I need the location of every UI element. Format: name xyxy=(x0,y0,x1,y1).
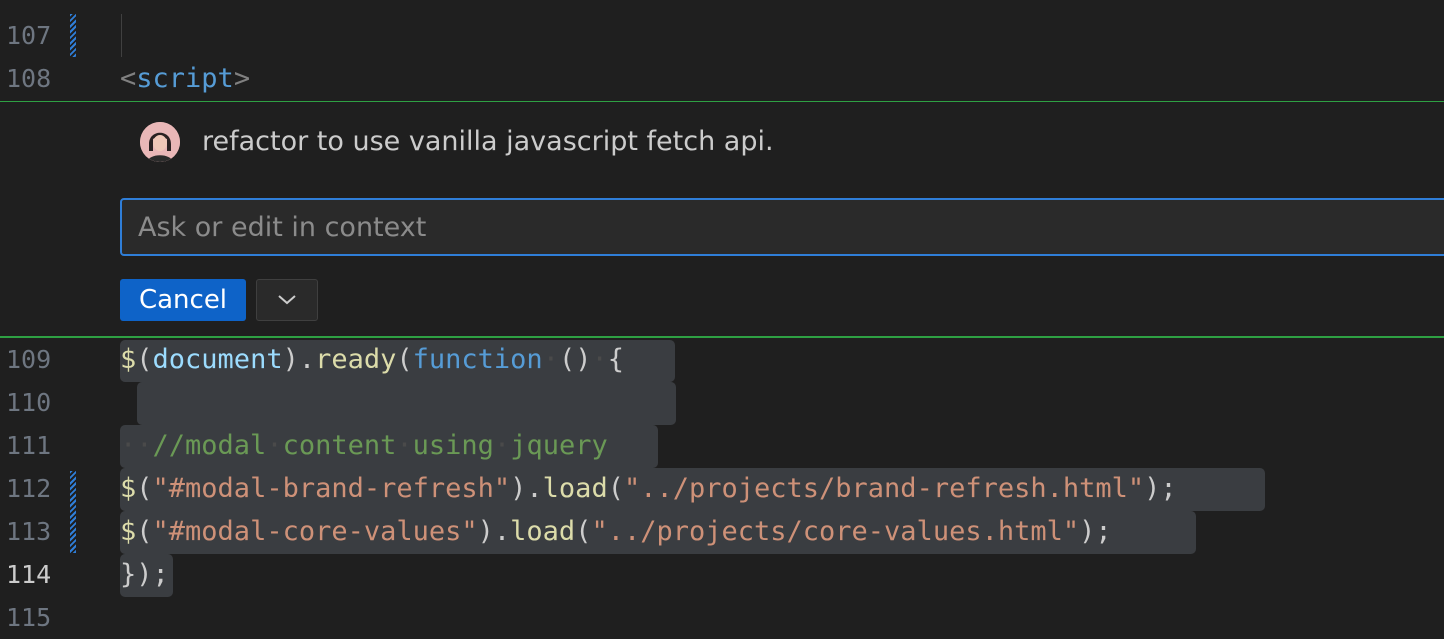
more-options-dropdown-button[interactable] xyxy=(256,279,318,321)
code-token: ). xyxy=(477,516,511,547)
editor-line[interactable]: 111 ··//modal·content·using·jquery xyxy=(0,424,1444,467)
editor-line[interactable]: 110 xyxy=(0,381,1444,424)
modified-lines-gutter-marker xyxy=(70,14,76,57)
code-text: $("#modal-brand-refresh").load("../proje… xyxy=(120,473,1177,504)
code-token: $ xyxy=(120,516,137,547)
ask-or-edit-input[interactable] xyxy=(120,198,1444,256)
code-token: ). xyxy=(282,344,316,375)
code-token: jquery xyxy=(510,430,608,461)
code-token: ( xyxy=(607,473,624,504)
chevron-down-icon xyxy=(257,294,317,306)
code-text: }); xyxy=(120,559,169,590)
line-number: 107 xyxy=(6,21,52,50)
indent-guide xyxy=(121,14,122,57)
line-number: 108 xyxy=(6,64,52,93)
line-number: 113 xyxy=(6,517,52,546)
code-token: "../projects/brand-refresh.html" xyxy=(623,473,1145,504)
editor-line[interactable]: 115 xyxy=(0,596,1444,639)
line-number: 114 xyxy=(6,560,52,589)
code-token: < xyxy=(120,63,137,94)
code-token: · xyxy=(493,430,511,461)
code-token: function xyxy=(412,344,543,375)
line-number: 109 xyxy=(6,345,52,374)
code-token: load xyxy=(542,473,608,504)
cancel-button[interactable]: Cancel xyxy=(120,279,246,321)
code-token: "#modal-brand-refresh" xyxy=(152,473,511,504)
code-token: $ xyxy=(120,344,137,375)
line-number: 111 xyxy=(6,431,52,460)
code-token: $ xyxy=(120,473,137,504)
code-token: script xyxy=(136,63,234,94)
code-token: · xyxy=(591,344,608,375)
code-token: { xyxy=(607,344,624,375)
chat-request-text: refactor to use vanilla javascript fetch… xyxy=(202,126,774,157)
code-token: · xyxy=(266,430,283,461)
code-token: ). xyxy=(510,473,543,504)
code-token: }); xyxy=(120,559,169,590)
code-token: () xyxy=(558,344,592,375)
code-token: load xyxy=(510,516,576,547)
line-number: 112 xyxy=(6,474,52,503)
editor-line[interactable]: 112 $("#modal-brand-refresh").load("../p… xyxy=(0,467,1444,553)
editor-line[interactable]: 114 }); xyxy=(0,553,1444,596)
line-number: 110 xyxy=(6,388,52,417)
code-token: ( xyxy=(136,473,153,504)
code-token: ( xyxy=(136,516,153,547)
user-avatar xyxy=(140,122,180,162)
code-token: ); xyxy=(1079,516,1112,547)
code-token: ( xyxy=(396,344,413,375)
code-token: · xyxy=(542,344,559,375)
code-text: ··//modal·content·using·jquery xyxy=(120,430,608,461)
code-token: · xyxy=(396,430,413,461)
code-token: //modal xyxy=(152,430,267,461)
code-token: ready xyxy=(315,344,397,375)
code-token: "#modal-core-values" xyxy=(152,516,478,547)
code-token: using xyxy=(412,430,494,461)
code-text: $(document).ready(function·()·{ xyxy=(120,344,624,375)
code-token: ( xyxy=(575,516,592,547)
code-token: document xyxy=(152,344,283,375)
code-token: > xyxy=(233,63,251,94)
editor-line[interactable]: 107 xyxy=(0,14,1444,57)
code-token: "../projects/core-values.html" xyxy=(591,516,1080,547)
code-token: ); xyxy=(1144,473,1177,504)
line-number: 115 xyxy=(6,603,52,632)
code-token: content xyxy=(282,430,397,461)
editor-line[interactable]: 108 <script> xyxy=(0,57,1444,100)
code-text: <script> xyxy=(120,63,251,94)
code-text: $("#modal-core-values").load("../project… xyxy=(120,516,1112,547)
code-token: ·· xyxy=(120,430,153,461)
editor-line[interactable]: 109 $(document).ready(function·()·{ xyxy=(0,338,1444,381)
code-token: ( xyxy=(136,344,153,375)
editor-line[interactable]: 113 $("#modal-core-values").load("../pro… xyxy=(0,510,1444,553)
